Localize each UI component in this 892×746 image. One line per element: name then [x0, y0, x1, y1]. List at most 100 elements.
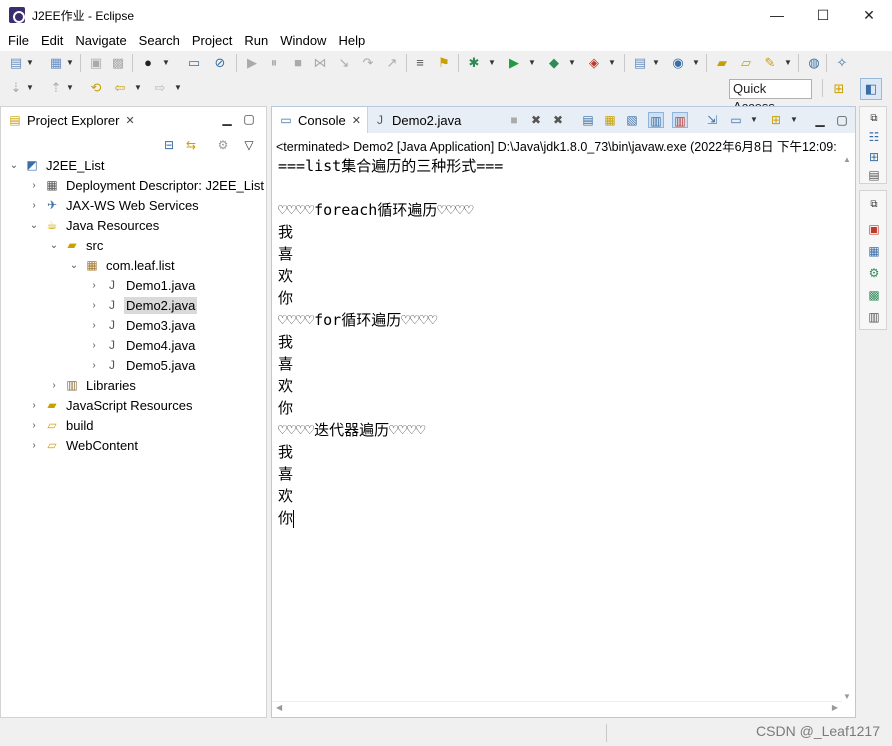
- disconnect-icon[interactable]: ⋈: [312, 55, 328, 71]
- tree-item[interactable]: › J Demo5.java: [87, 355, 197, 375]
- resume-icon[interactable]: ▶: [244, 55, 260, 71]
- open-perspective-icon[interactable]: ⊞: [828, 78, 850, 100]
- menu-edit[interactable]: Edit: [35, 30, 69, 51]
- chevron-right-icon[interactable]: ›: [27, 200, 41, 211]
- tree-item[interactable]: ⌄ ▦ com.leaf.list: [67, 255, 177, 275]
- last-edit-location-icon[interactable]: ⟲: [88, 80, 104, 96]
- new-java-project-dropdown-icon[interactable]: ▼: [652, 55, 660, 71]
- maximize-button[interactable]: ☐: [800, 0, 846, 30]
- profile-dropdown-icon[interactable]: ▼: [162, 55, 170, 71]
- forward-dropdown-icon[interactable]: ▼: [174, 80, 182, 96]
- outline-icon[interactable]: ☷: [866, 129, 882, 145]
- new-class-dropdown-icon[interactable]: ▼: [692, 55, 700, 71]
- tree-item[interactable]: › ▦ Deployment Descriptor: J2EE_List: [27, 175, 266, 195]
- show-on-stderr-icon[interactable]: ▥: [672, 112, 688, 128]
- menu-search[interactable]: Search: [133, 30, 186, 51]
- tree-item[interactable]: › ▱ build: [27, 415, 95, 435]
- debug-icon[interactable]: ✱: [466, 55, 482, 71]
- skip-breakpoints-icon[interactable]: ⊘: [212, 55, 228, 71]
- pin-console-icon[interactable]: ⇲: [704, 112, 720, 128]
- forward-icon[interactable]: ⇨: [152, 80, 168, 96]
- remove-all-terminated-icon[interactable]: ✖: [550, 112, 566, 128]
- menu-file[interactable]: File: [2, 30, 35, 51]
- display-console-dropdown-icon[interactable]: ▼: [746, 112, 762, 128]
- save-all-icon[interactable]: ▩: [110, 55, 126, 71]
- step-over-icon[interactable]: ↷: [360, 55, 376, 71]
- previous-annotation-icon[interactable]: ⇡: [48, 80, 64, 96]
- tree-item[interactable]: › ▰ JavaScript Resources: [27, 395, 194, 415]
- chevron-right-icon[interactable]: ›: [27, 400, 41, 411]
- new-server-dropdown-icon[interactable]: ▼: [66, 55, 74, 71]
- restore-icon[interactable]: ⧉: [866, 197, 882, 213]
- open-console-arrow-icon[interactable]: ▼: [786, 112, 802, 128]
- chevron-right-icon[interactable]: ›: [87, 360, 101, 371]
- run-dropdown-icon[interactable]: ▼: [528, 55, 536, 71]
- minimize-view-icon[interactable]: ▁: [812, 112, 828, 128]
- new-dropdown-icon[interactable]: ▼: [26, 55, 34, 71]
- close-tab-icon[interactable]: ✕: [352, 114, 361, 127]
- chevron-down-icon[interactable]: ⌄: [47, 240, 61, 251]
- debug-dropdown-icon[interactable]: ▼: [488, 55, 496, 71]
- menu-navigate[interactable]: Navigate: [69, 30, 132, 51]
- chevron-right-icon[interactable]: ›: [87, 280, 101, 291]
- wizard-icon[interactable]: ✧: [834, 55, 850, 71]
- markers-icon[interactable]: ▣: [866, 221, 882, 237]
- save-icon[interactable]: ▣: [88, 55, 104, 71]
- chevron-right-icon[interactable]: ›: [87, 300, 101, 311]
- tree-item[interactable]: › J Demo3.java: [87, 315, 197, 335]
- tab-console[interactable]: ▭ Console ✕: [272, 107, 368, 133]
- scroll-left-icon[interactable]: ◀: [276, 703, 282, 712]
- tree-item[interactable]: › J Demo1.java: [87, 275, 197, 295]
- chevron-right-icon[interactable]: ›: [27, 420, 41, 431]
- run-external-dropdown-icon[interactable]: ▼: [568, 55, 576, 71]
- tree-item[interactable]: › ✈ JAX-WS Web Services: [27, 195, 201, 215]
- next-annotation-icon[interactable]: ⇣: [8, 80, 24, 96]
- open-task-icon[interactable]: ⚑: [436, 55, 452, 71]
- step-into-icon[interactable]: ↘: [336, 55, 352, 71]
- menu-window[interactable]: Window: [274, 30, 332, 51]
- restore-icon[interactable]: ⧉: [866, 111, 882, 127]
- terminate-icon[interactable]: ■: [290, 55, 306, 71]
- tree-item[interactable]: › ▥ Libraries: [47, 375, 138, 395]
- tree-item[interactable]: › ▱ WebContent: [27, 435, 140, 455]
- servers-icon[interactable]: ⚙: [866, 265, 882, 281]
- search-tool-dropdown-icon[interactable]: ▼: [784, 55, 792, 71]
- display-selected-console-icon[interactable]: ▭: [728, 112, 744, 128]
- back-icon[interactable]: ⇦: [112, 80, 128, 96]
- suspend-icon[interactable]: ⏸: [266, 55, 282, 71]
- new-class-icon[interactable]: ◉: [670, 55, 686, 71]
- new-java-project-icon[interactable]: ▤: [632, 55, 648, 71]
- view-menu-icon[interactable]: ▽: [241, 137, 257, 153]
- new-server-icon[interactable]: ▦: [48, 55, 64, 71]
- new-icon[interactable]: ▤: [8, 55, 24, 71]
- menu-run[interactable]: Run: [238, 30, 274, 51]
- close-tab-icon[interactable]: ✕: [125, 114, 134, 127]
- minimize-view-icon[interactable]: ▁: [219, 111, 235, 127]
- tree-item[interactable]: ⌄ ▰ src: [47, 235, 105, 255]
- open-console-icon[interactable]: ▭: [186, 55, 202, 71]
- scroll-up-icon[interactable]: ▲: [842, 155, 852, 164]
- next-annotation-dropdown-icon[interactable]: ▼: [26, 80, 34, 96]
- profile-icon[interactable]: ●: [140, 55, 156, 71]
- chevron-right-icon[interactable]: ›: [47, 380, 61, 391]
- filters-icon[interactable]: ⚙: [215, 137, 231, 153]
- menu-help[interactable]: Help: [332, 30, 371, 51]
- console-output[interactable]: ===list集合遍历的三种形式=== ♡♡♡♡foreach循环遍历♡♡♡♡ …: [278, 155, 838, 699]
- tree-item[interactable]: ⌄ ☕ Java Resources: [27, 215, 161, 235]
- chevron-down-icon[interactable]: ⌄: [27, 220, 41, 231]
- word-wrap-icon[interactable]: ▧: [624, 112, 640, 128]
- run-external-icon[interactable]: ◆: [546, 55, 562, 71]
- show-on-stdout-icon[interactable]: ▥: [648, 112, 664, 128]
- collapse-all-icon[interactable]: ⊟: [161, 137, 177, 153]
- tree-item[interactable]: › J Demo4.java: [87, 335, 197, 355]
- data-source-icon[interactable]: ▩: [866, 287, 882, 303]
- scroll-lock-icon[interactable]: ▦: [602, 112, 618, 128]
- close-window-button[interactable]: ✕: [846, 0, 892, 30]
- chevron-right-icon[interactable]: ›: [27, 180, 41, 191]
- clear-console-icon[interactable]: ▤: [580, 112, 596, 128]
- open-type-icon[interactable]: ▰: [714, 55, 730, 71]
- open-task-folder-icon[interactable]: ▱: [738, 55, 754, 71]
- chevron-down-icon[interactable]: ⌄: [67, 260, 81, 271]
- previous-annotation-dropdown-icon[interactable]: ▼: [66, 80, 74, 96]
- hierarchy-icon[interactable]: ⊞: [866, 149, 882, 165]
